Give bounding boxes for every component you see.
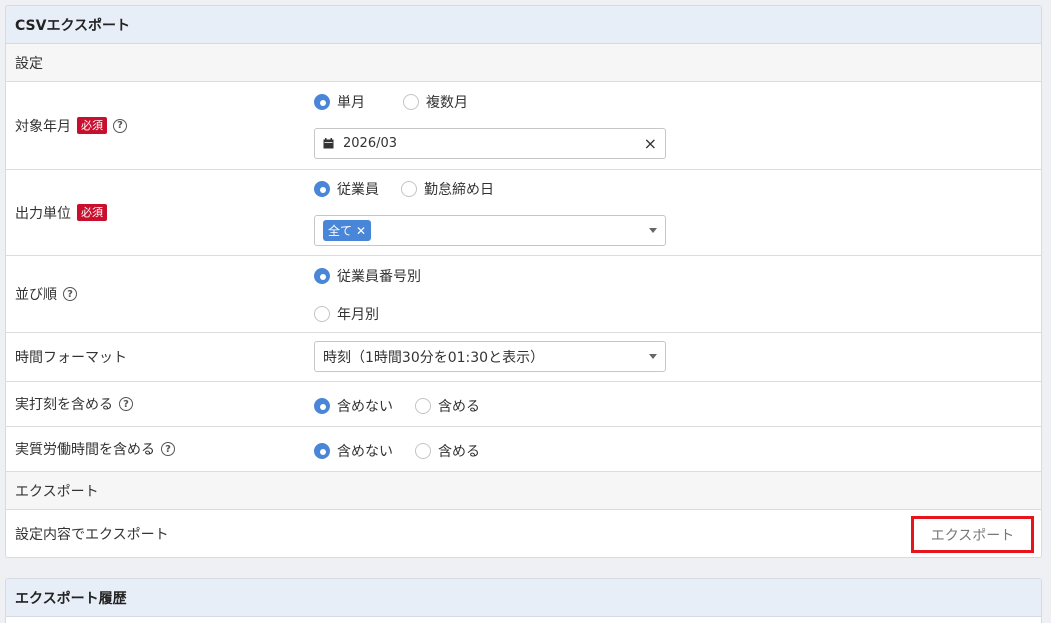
help-icon[interactable]: ? [161,442,175,456]
radio-label: 含めない [337,399,393,415]
time-format-label-group: 時間フォーマット [15,333,127,381]
employee-multiselect[interactable]: 全て ✕ [314,215,666,246]
radio-label: 含めない [337,444,393,460]
sort-order-label: 並び順 [15,287,57,303]
csv-export-panel: CSVエクスポート 設定 対象年月 必須 ? 単月 複数月 2026/03 × … [5,5,1042,558]
time-format-select[interactable]: 時刻（1時間30分を01:30と表示） [314,341,666,372]
export-row-label-group: 設定内容でエクスポート [15,510,169,557]
radio-label: 複数月 [426,95,468,111]
chip-label: 全て [328,224,353,238]
output-unit-radio-group: 従業員 勤怠締め日 [314,179,516,199]
radio-selected-icon[interactable] [314,181,330,197]
radio-by-year-month[interactable]: 年月別 [314,304,379,324]
date-input[interactable]: 2026/03 × [314,128,666,159]
radio-by-employee-number[interactable]: 従業員番号別 [314,266,421,286]
date-value: 2026/03 [343,136,398,151]
include-actual-work-label-group: 実質労働時間を含める ? [15,427,175,471]
target-month-row: 対象年月 必須 ? 単月 複数月 2026/03 × [6,82,1041,170]
history-title: エクスポート履歴 [6,579,1041,617]
panel-title: CSVエクスポート [6,6,1041,44]
target-month-radio-group: 単月 複数月 [314,92,490,112]
output-unit-label: 出力単位 [15,205,71,222]
output-unit-label-group: 出力単位 必須 [15,170,107,255]
radio-include[interactable]: 含める [415,396,480,416]
include-actual-work-label: 実質労働時間を含める [15,442,155,458]
output-unit-row: 出力単位 必須 従業員 勤怠締め日 全て ✕ [6,170,1041,256]
chevron-down-icon[interactable] [649,354,657,359]
radio-selected-icon[interactable] [314,94,330,110]
radio-exclude[interactable]: 含めない [314,396,393,416]
include-actual-stamp-label-group: 実打刻を含める ? [15,382,133,426]
help-icon[interactable]: ? [119,397,133,411]
select-value: 時刻（1時間30分を01:30と表示） [323,349,545,366]
radio-label: 年月別 [337,307,379,323]
chip-remove-icon[interactable]: ✕ [356,224,366,238]
include-actual-work-radio-group: 含めない 含める [314,441,502,461]
radio-exclude[interactable]: 含めない [314,441,393,461]
target-month-label-group: 対象年月 必須 ? [15,82,127,169]
export-button[interactable]: エクスポート [911,516,1034,553]
radio-single-month[interactable]: 単月 [314,92,365,112]
radio-include[interactable]: 含める [415,441,480,461]
sort-order-row: 並び順 ? 従業員番号別 年月別 [6,256,1041,333]
radio-label: 勤怠締め日 [424,182,494,198]
required-badge: 必須 [77,204,107,221]
settings-section-title: 設定 [6,44,1041,82]
chevron-down-icon[interactable] [649,228,657,233]
clear-icon[interactable]: × [644,134,657,153]
include-actual-work-row: 実質労働時間を含める ? 含めない 含める [6,427,1041,472]
radio-selected-icon[interactable] [314,443,330,459]
radio-selected-icon[interactable] [314,398,330,414]
help-icon[interactable]: ? [63,287,77,301]
radio-label: 含める [438,399,480,415]
radio-unselected-icon[interactable] [415,398,431,414]
radio-unselected-icon[interactable] [403,94,419,110]
radio-closing-date[interactable]: 勤怠締め日 [401,179,494,199]
target-month-label: 対象年月 [15,118,71,135]
radio-selected-icon[interactable] [314,268,330,284]
sort-order-radio-2: 年月別 [314,304,401,324]
selected-chip: 全て ✕ [323,220,372,241]
export-row: 設定内容でエクスポート エクスポート [6,510,1041,557]
radio-unselected-icon[interactable] [401,181,417,197]
help-icon[interactable]: ? [113,118,127,133]
radio-label: 含める [438,444,480,460]
radio-unselected-icon[interactable] [415,443,431,459]
radio-label: 従業員番号別 [337,269,421,285]
time-format-label: 時間フォーマット [15,350,127,366]
radio-label: 単月 [337,95,365,111]
export-section-title: エクスポート [6,472,1041,510]
sort-order-radio-1: 従業員番号別 [314,266,443,286]
include-actual-stamp-label: 実打刻を含める [15,397,113,413]
time-format-row: 時間フォーマット 時刻（1時間30分を01:30と表示） [6,333,1041,382]
export-history-panel: エクスポート履歴 [5,578,1042,623]
radio-unselected-icon[interactable] [314,306,330,322]
radio-employee[interactable]: 従業員 [314,179,379,199]
sort-order-label-group: 並び順 ? [15,256,77,332]
radio-multiple-months[interactable]: 複数月 [403,92,468,112]
required-badge: 必須 [77,117,107,134]
include-actual-stamp-radio-group: 含めない 含める [314,396,502,416]
radio-label: 従業員 [337,182,379,198]
export-row-label: 設定内容でエクスポート [15,527,169,543]
include-actual-stamp-row: 実打刻を含める ? 含めない 含める [6,382,1041,427]
calendar-icon [323,138,334,149]
